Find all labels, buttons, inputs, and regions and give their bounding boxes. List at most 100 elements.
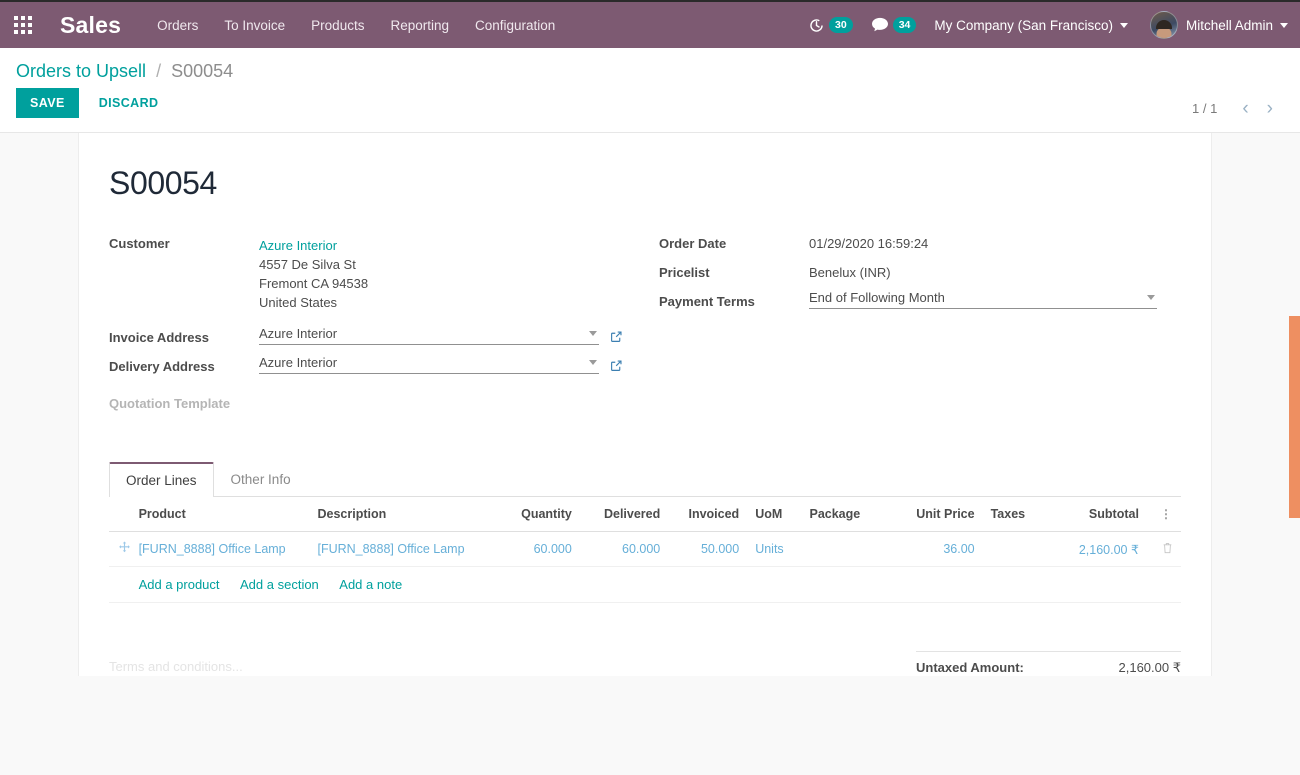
cell-invoiced[interactable]: 50.000 (668, 531, 748, 567)
payment-terms-label: Payment Terms (659, 294, 755, 309)
cell-product[interactable]: [FURN_8888] Office Lamp (130, 531, 310, 567)
header-uom: UoM (747, 497, 802, 532)
menu-item-to-invoice[interactable]: To Invoice (224, 14, 285, 37)
quotation-template-label: Quotation Template (109, 396, 231, 411)
pricelist-value: Benelux (INR) (809, 265, 891, 280)
order-lines-table: Product Description Quantity Delivered I… (109, 497, 1181, 603)
delivery-address-open-icon[interactable] (610, 357, 623, 372)
messages-count-badge: 34 (892, 17, 917, 33)
customer-country: United States (259, 295, 338, 310)
add-links-row: Add a product Add a section Add a note (109, 566, 1181, 603)
form-right-column: Order Date 01/29/2020 16:59:24 Pricelist… (631, 232, 1181, 421)
activities-count-badge: 30 (829, 17, 853, 33)
cell-subtotal: 2,160.00 ₹ (1054, 531, 1147, 567)
form-left-column: Customer Azure Interior 4557 De Silva St… (109, 232, 631, 421)
user-menu[interactable]: Mitchell Admin (1149, 11, 1288, 39)
app-brand-sales[interactable]: Sales (60, 12, 121, 39)
notebook-tabs: Order Lines Other Info (109, 461, 1181, 497)
delivery-address-value: Azure Interior (259, 355, 338, 370)
terms-and-conditions-input[interactable]: Terms and conditions... (109, 651, 916, 676)
vertical-scrollbar[interactable] (1288, 263, 1300, 775)
control-panel: Orders to Upsell / S00054 SAVE DISCARD 1… (0, 48, 1300, 133)
avatar (1149, 11, 1178, 39)
order-lines-body: [FURN_8888] Office Lamp [FURN_8888] Offi… (109, 531, 1181, 603)
quotation-template-value[interactable] (259, 392, 631, 396)
delivery-address-input[interactable]: Azure Interior (259, 355, 599, 374)
form-view-area: S00054 Customer Azure Interior 4557 De S… (0, 133, 1300, 775)
menu-item-reporting[interactable]: Reporting (390, 14, 449, 37)
cell-uom[interactable]: Units (747, 531, 802, 567)
grid-apps-icon (14, 16, 32, 34)
tab-other-info[interactable]: Other Info (214, 462, 308, 497)
breadcrumb: Orders to Upsell / S00054 (16, 48, 1284, 88)
row-drag-cell[interactable] (109, 531, 131, 567)
main-menu: Orders To Invoice Products Reporting Con… (157, 14, 555, 37)
scrollbar-thumb[interactable] (1289, 316, 1300, 518)
cell-package[interactable] (801, 531, 893, 567)
add-a-product-link[interactable]: Add a product (139, 577, 220, 592)
cell-quantity[interactable]: 60.000 (494, 531, 580, 567)
add-a-note-link[interactable]: Add a note (339, 577, 402, 592)
cell-unit-price[interactable]: 36.00 (892, 531, 983, 567)
vertical-dots-icon: ⋮ (1160, 507, 1173, 521)
chevron-down-icon (1119, 22, 1128, 28)
order-date-value: 01/29/2020 16:59:24 (809, 236, 929, 251)
untaxed-amount-label: Untaxed Amount: (916, 660, 1024, 675)
header-package: Package (801, 497, 893, 532)
field-order-date: Order Date 01/29/2020 16:59:24 (659, 232, 1181, 257)
field-invoice-address: Invoice Address Azure Interior (109, 326, 631, 351)
field-pricelist: Pricelist Benelux (INR) (659, 261, 1181, 286)
add-a-section-link[interactable]: Add a section (240, 577, 319, 592)
payment-terms-value: End of Following Month (809, 290, 945, 305)
invoice-address-input[interactable]: Azure Interior (259, 326, 599, 345)
field-payment-terms: Payment Terms End of Following Month (659, 290, 1181, 315)
pager: 1 / 1 ‹ › (1192, 99, 1282, 118)
invoice-address-open-icon[interactable] (610, 328, 623, 343)
pager-previous-button[interactable]: ‹ (1233, 99, 1257, 118)
customer-label: Customer (109, 236, 170, 251)
cell-delivered[interactable]: 60.000 (579, 531, 669, 567)
menu-item-configuration[interactable]: Configuration (475, 14, 555, 37)
menu-item-products[interactable]: Products (311, 14, 364, 37)
pager-next-button[interactable]: › (1258, 99, 1282, 118)
header-quantity: Quantity (494, 497, 580, 532)
chevron-down-icon[interactable] (589, 360, 597, 365)
activities-menu-button[interactable]: 30 (808, 17, 853, 34)
cell-taxes[interactable] (982, 531, 1055, 567)
tab-order-lines[interactable]: Order Lines (109, 462, 214, 497)
sheet-bottom-area: Terms and conditions... Untaxed Amount: … (109, 651, 1181, 676)
payment-terms-input[interactable]: End of Following Month (809, 290, 1157, 309)
company-name: My Company (San Francisco) (934, 17, 1113, 33)
table-row[interactable]: [FURN_8888] Office Lamp [FURN_8888] Offi… (109, 531, 1181, 567)
optional-columns-toggle[interactable]: ⋮ (1146, 497, 1181, 532)
record-sheet: S00054 Customer Azure Interior 4557 De S… (78, 133, 1212, 676)
cell-description[interactable]: [FURN_8888] Office Lamp (309, 531, 495, 567)
pricelist-label: Pricelist (659, 265, 710, 280)
totals-separator (916, 651, 1181, 652)
invoice-address-label: Invoice Address (109, 330, 209, 345)
customer-city: Fremont CA 94538 (259, 276, 369, 291)
menu-item-orders[interactable]: Orders (157, 14, 198, 37)
save-button[interactable]: SAVE (16, 88, 79, 118)
row-delete-cell[interactable] (1146, 531, 1181, 567)
field-quotation-template: Quotation Template (109, 392, 631, 417)
drag-move-icon[interactable] (118, 541, 131, 557)
invoice-address-value: Azure Interior (259, 326, 338, 341)
add-links-cell: Add a product Add a section Add a note (130, 566, 1181, 603)
messages-menu-button[interactable]: 34 (871, 17, 917, 33)
order-date-label: Order Date (659, 236, 727, 251)
clock-icon (808, 17, 825, 34)
chevron-down-icon[interactable] (1147, 295, 1155, 300)
apps-menu-button[interactable] (0, 2, 46, 48)
customer-link[interactable]: Azure Interior (259, 236, 631, 255)
trash-icon[interactable] (1162, 542, 1173, 557)
company-switcher[interactable]: My Company (San Francisco) (934, 18, 1128, 33)
field-customer: Customer Azure Interior 4557 De Silva St… (109, 232, 631, 312)
chevron-down-icon[interactable] (589, 331, 597, 336)
discard-button[interactable]: DISCARD (85, 88, 173, 118)
header-delivered: Delivered (579, 497, 669, 532)
header-unit-price: Unit Price (892, 497, 983, 532)
breadcrumb-parent-link[interactable]: Orders to Upsell (16, 61, 146, 81)
form-columns: Customer Azure Interior 4557 De Silva St… (109, 232, 1181, 421)
control-panel-buttons: SAVE DISCARD (16, 88, 1284, 132)
